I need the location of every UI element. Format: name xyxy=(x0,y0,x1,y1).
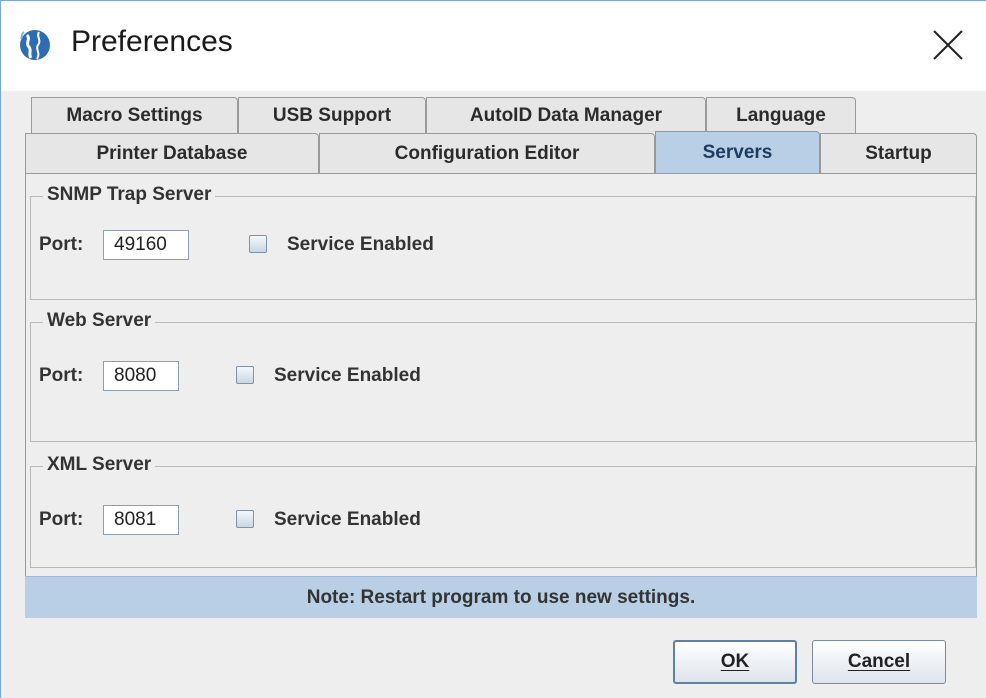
cancel-button[interactable]: Cancel xyxy=(812,640,946,684)
preferences-dialog: Preferences Macro Settings USB Support A… xyxy=(0,0,986,698)
web-port-input[interactable] xyxy=(103,361,179,391)
window-title: Preferences xyxy=(71,25,233,58)
port-label: Port: xyxy=(39,509,84,530)
ok-button-label: OK xyxy=(720,651,750,672)
title-bar: Preferences xyxy=(1,1,986,91)
tab-startup[interactable]: Startup xyxy=(820,133,977,173)
web-server-group: Web Server Port: Service Enabled xyxy=(30,310,976,442)
tab-printer-database[interactable]: Printer Database xyxy=(25,133,319,173)
xml-port-input[interactable] xyxy=(103,505,179,535)
tab-language[interactable]: Language xyxy=(706,97,856,133)
tab-macro-settings[interactable]: Macro Settings xyxy=(31,97,238,133)
xml-server-group: XML Server Port: Service Enabled xyxy=(30,454,976,568)
snmp-service-enabled-checkbox[interactable] xyxy=(249,235,267,253)
group-title: SNMP Trap Server xyxy=(43,184,216,206)
port-label: Port: xyxy=(39,234,84,255)
tab-usb-support[interactable]: USB Support xyxy=(238,97,426,133)
xml-service-enabled-checkbox[interactable] xyxy=(236,510,254,528)
tab-configuration-editor[interactable]: Configuration Editor xyxy=(319,133,655,173)
checkbox-label: Service Enabled xyxy=(274,509,421,530)
web-service-enabled-checkbox[interactable] xyxy=(236,366,254,384)
port-label: Port: xyxy=(39,365,84,386)
group-title: Web Server xyxy=(43,310,156,332)
checkbox-label: Service Enabled xyxy=(274,365,421,386)
ok-button[interactable]: OK xyxy=(673,640,797,684)
globe-icon xyxy=(20,30,50,60)
tab-autoid-data-manager[interactable]: AutoID Data Manager xyxy=(426,97,706,133)
group-title: XML Server xyxy=(43,454,156,476)
close-icon[interactable] xyxy=(926,23,970,67)
snmp-trap-server-group: SNMP Trap Server Port: Service Enabled xyxy=(30,184,976,300)
checkbox-label: Service Enabled xyxy=(287,234,434,255)
snmp-port-input[interactable] xyxy=(103,230,189,260)
restart-note: Note: Restart program to use new setting… xyxy=(25,576,977,618)
tab-servers[interactable]: Servers xyxy=(655,131,820,174)
cancel-button-label: Cancel xyxy=(847,651,911,672)
